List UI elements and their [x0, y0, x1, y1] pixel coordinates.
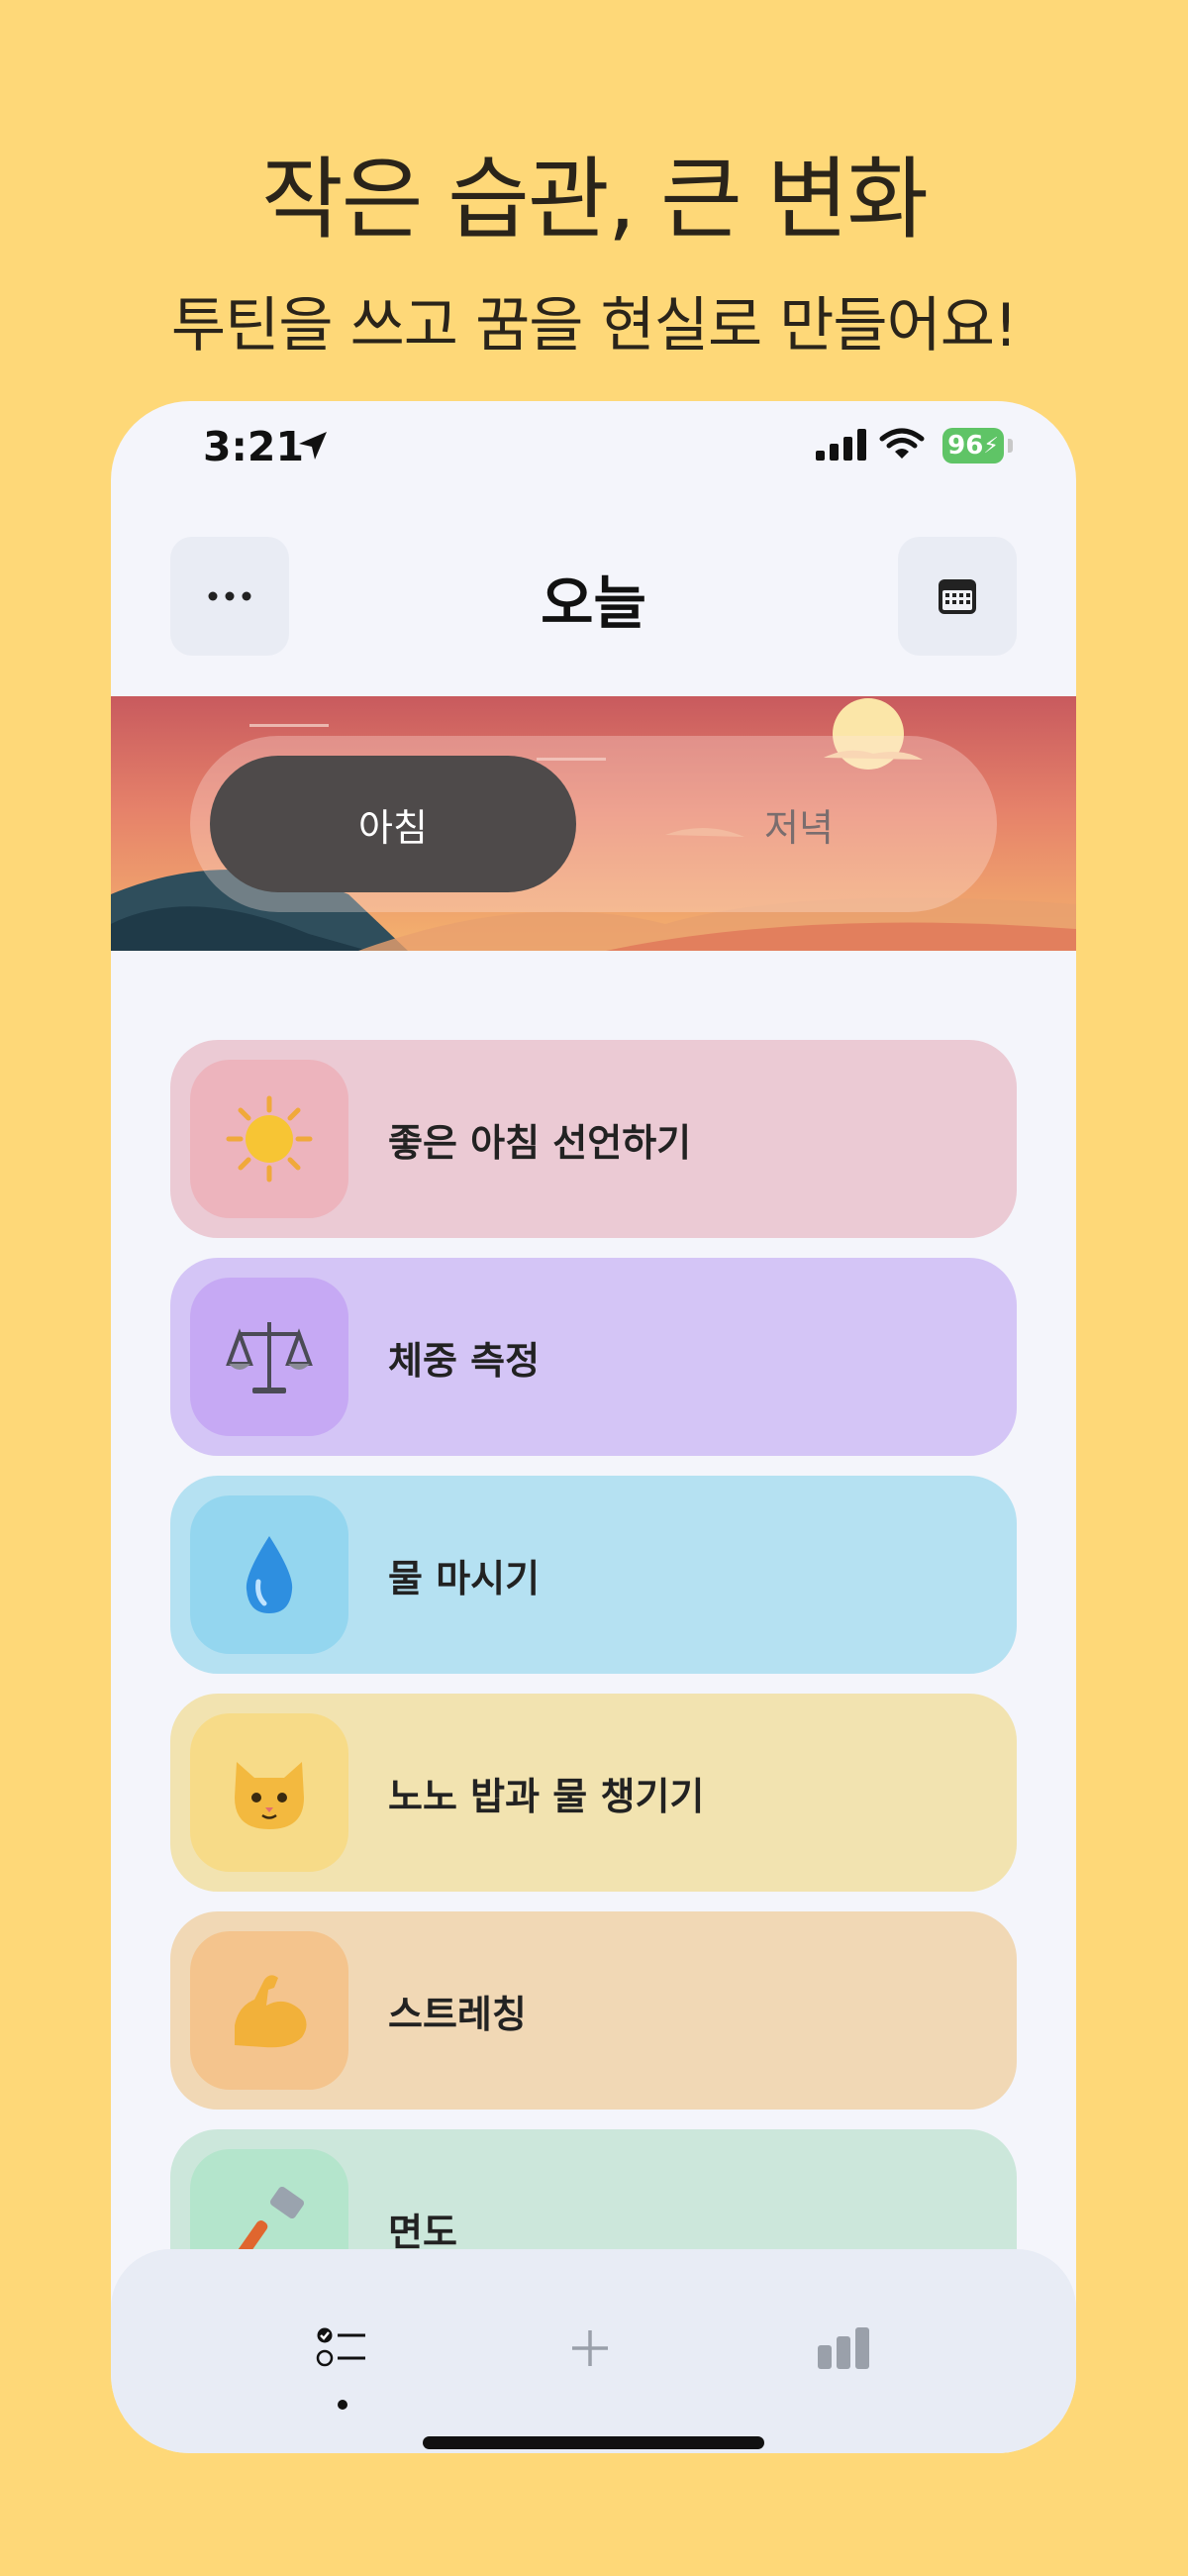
- wifi-icon: [879, 428, 925, 459]
- charging-bolt-icon: ⚡: [983, 433, 999, 459]
- habit-label: 노노 밥과 물 챙기기: [388, 1774, 705, 1818]
- home-indicator: [423, 2436, 764, 2449]
- habit-label: 스트레칭: [388, 1992, 527, 2036]
- habit-label: 체중 측정: [388, 1338, 541, 1383]
- checklist-icon: [316, 2327, 365, 2367]
- habit-icon-box: [190, 1278, 348, 1436]
- promo-headline: 작은 습관, 큰 변화: [260, 148, 929, 252]
- battery-level: 96: [947, 431, 984, 461]
- habit-item[interactable]: 스트레칭: [170, 1911, 1017, 2110]
- plus-icon: [572, 2330, 608, 2366]
- flexed-biceps-icon: [235, 1975, 307, 2048]
- habit-icon-box: [190, 1495, 348, 1654]
- tab-statistics[interactable]: [804, 2309, 883, 2388]
- habit-icon-box: [190, 1713, 348, 1872]
- habit-item[interactable]: 체중 측정: [170, 1258, 1017, 1456]
- calendar-button[interactable]: [898, 537, 1017, 656]
- tab-evening[interactable]: 저녁: [616, 756, 982, 892]
- sunrise-banner: 아침 저녁: [111, 696, 1076, 951]
- habit-item[interactable]: 노노 밥과 물 챙기기: [170, 1694, 1017, 1892]
- location-arrow-icon: [299, 432, 327, 460]
- battery-indicator: 96 ⚡: [942, 428, 1004, 464]
- time-of-day-segmented-control: 아침 저녁: [190, 736, 997, 912]
- habit-item[interactable]: 물 마시기: [170, 1476, 1017, 1674]
- battery-nub: [1008, 439, 1013, 453]
- habit-item[interactable]: 좋은 아침 선언하기: [170, 1040, 1017, 1238]
- scale-icon: [226, 1322, 313, 1393]
- tab-bar: [111, 2249, 1076, 2453]
- promo-subline: 투틴을 쓰고 꿈을 현실로 만들어요!: [170, 291, 1018, 361]
- calendar-icon: [939, 579, 976, 614]
- habit-label: 물 마시기: [388, 1556, 541, 1600]
- habit-icon-box: [190, 1060, 348, 1218]
- habit-list: 좋은 아침 선언하기 체중 측정 물 마시기 노노 밥과 물 챙기기 스트레칭 …: [170, 1040, 1017, 2347]
- add-habit-button[interactable]: [550, 2309, 630, 2388]
- bar-chart-icon: [818, 2327, 869, 2369]
- water-drop-icon: [246, 1536, 293, 1613]
- habit-icon-box: [190, 1931, 348, 2090]
- habit-label: 좋은 아침 선언하기: [388, 1120, 692, 1165]
- tab-morning[interactable]: 아침: [210, 756, 576, 892]
- cellular-signal-icon: [816, 429, 866, 461]
- status-time: 3:21: [203, 423, 304, 470]
- cat-face-icon: [235, 1762, 304, 1829]
- tab-today-checklist[interactable]: [302, 2309, 381, 2388]
- sun-icon: [226, 1095, 313, 1183]
- phone-screen: 3:21 96 ⚡ 오늘 아침 저녁 좋은 아침 선언하기 체중 측정 물 마시…: [111, 401, 1076, 2453]
- active-tab-dot: [338, 2400, 347, 2410]
